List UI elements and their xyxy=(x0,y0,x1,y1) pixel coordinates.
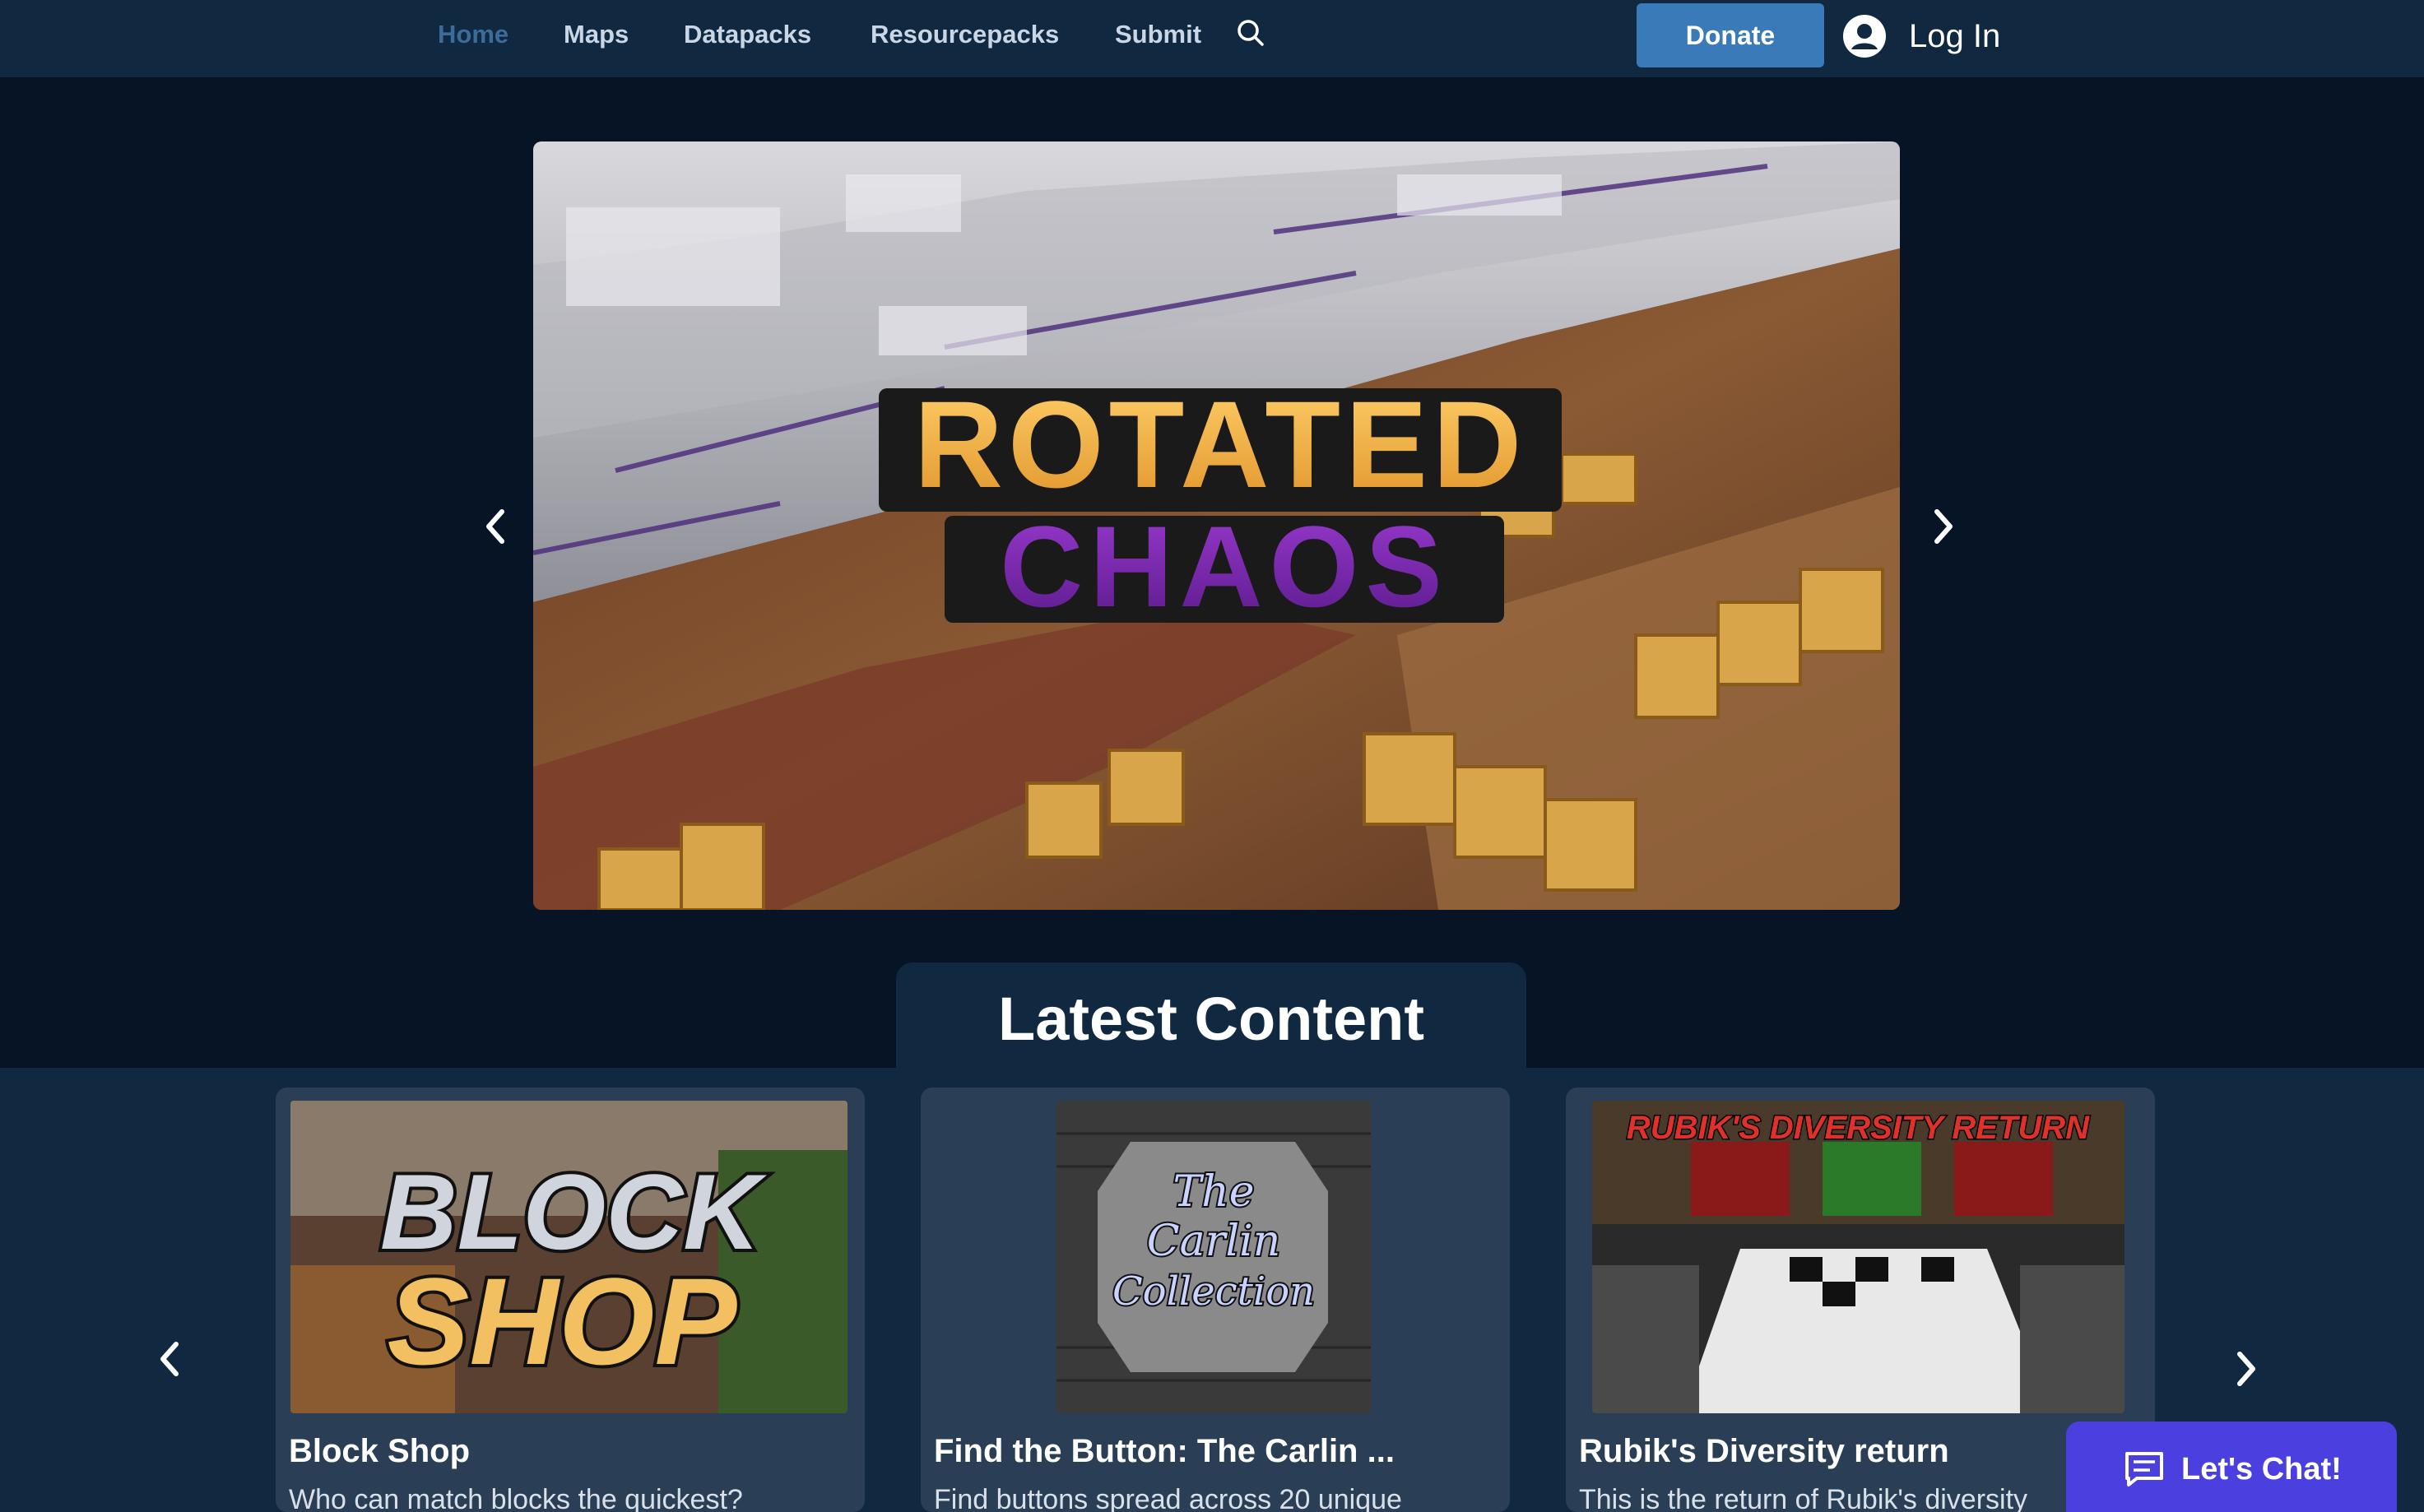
hero-next-arrow[interactable] xyxy=(1927,502,1960,551)
card-thumbnail: The Carlin Collection xyxy=(1056,1101,1371,1413)
donate-button[interactable]: Donate xyxy=(1637,3,1824,67)
carousel-next-arrow[interactable] xyxy=(2230,1344,2263,1394)
svg-text:RUBIK'S DIVERSITY RETURN: RUBIK'S DIVERSITY RETURN xyxy=(1627,1110,2090,1146)
card-thumbnail: BLOCK SHOP xyxy=(290,1101,847,1413)
content-card[interactable]: The Carlin Collection Find the Button: T… xyxy=(921,1088,1510,1512)
section-title: Latest Content xyxy=(998,985,1424,1053)
card-title: Block Shop xyxy=(289,1433,471,1469)
user-avatar-icon xyxy=(1843,15,1886,58)
card-thumbnail: RUBIK'S DIVERSITY RETURN xyxy=(1592,1101,2124,1413)
card-description: Find buttons spread across 20 unique xyxy=(934,1484,1402,1512)
hero-logo: ROTATED CHAOS xyxy=(879,375,1562,631)
nav-home[interactable]: Home xyxy=(438,15,508,54)
svg-text:ROTATED: ROTATED xyxy=(914,375,1527,513)
hero-image: ROTATED CHAOS xyxy=(533,141,1900,910)
nav-datapacks[interactable]: Datapacks xyxy=(684,15,811,54)
search-icon[interactable] xyxy=(1234,16,1267,49)
chat-bubble-icon xyxy=(2125,1452,2163,1486)
login-label: Log In xyxy=(1909,17,2001,54)
carousel-prev-arrow[interactable] xyxy=(153,1334,186,1384)
login-button[interactable]: Log In xyxy=(1843,10,2000,63)
svg-text:Collection: Collection xyxy=(1112,1269,1315,1315)
hero-slide[interactable]: ROTATED CHAOS xyxy=(533,141,1900,910)
nav-resourcepacks[interactable]: Resourcepacks xyxy=(871,15,1059,54)
hero-prev-arrow[interactable] xyxy=(479,502,512,551)
nav-submit[interactable]: Submit xyxy=(1115,15,1201,54)
svg-text:The: The xyxy=(1173,1167,1255,1217)
nav-maps[interactable]: Maps xyxy=(564,15,629,54)
site-header: Home Maps Datapacks Resourcepacks Submit… xyxy=(0,0,2424,77)
latest-content-header: Latest Content xyxy=(896,962,1526,1069)
card-title: Find the Button: The Carlin ... xyxy=(934,1433,1395,1469)
card-description: This is the return of Rubik's diversity xyxy=(1579,1484,2028,1512)
card-title: Rubik's Diversity return xyxy=(1579,1433,1949,1469)
svg-text:Carlin: Carlin xyxy=(1147,1217,1280,1266)
svg-text:SHOP: SHOP xyxy=(387,1252,737,1390)
chat-button[interactable]: Let's Chat! xyxy=(2066,1422,2397,1512)
content-card[interactable]: BLOCK SHOP Block Shop Who can match bloc… xyxy=(276,1088,865,1512)
chat-label: Let's Chat! xyxy=(2181,1451,2342,1486)
card-description: Who can match blocks the quickest? xyxy=(289,1484,743,1512)
svg-text:CHAOS: CHAOS xyxy=(1000,502,1449,631)
